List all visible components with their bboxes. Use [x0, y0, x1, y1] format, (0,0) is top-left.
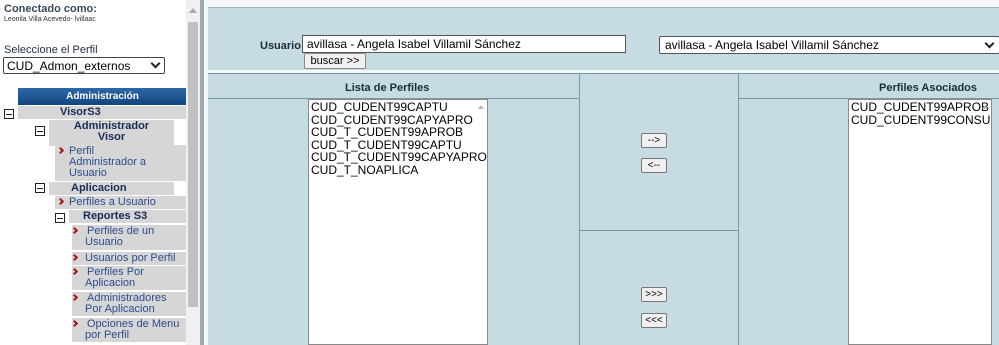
chevron-right-icon: [70, 293, 79, 302]
associated-profiles-list[interactable]: CUD_CUDENT99APROB CUD_CUDENT99CONSUL: [848, 99, 992, 345]
chevron-right-icon: [56, 146, 65, 155]
tree-leaf-label: Usuarios por Perfil: [85, 252, 176, 264]
tree-node-label: Reportes S3: [83, 210, 148, 222]
tree-leaf-administradores[interactable]: Administradores Por Aplicacion: [70, 292, 187, 316]
scroll-up-icon[interactable]: [189, 8, 197, 13]
user-select[interactable]: avillasa - Angela Isabel Villamil Sánche…: [659, 36, 999, 54]
profiles-panel: Lista de Perfiles Perfiles Asociados CUD…: [208, 73, 999, 345]
tree-leaf-perfiles-usuario[interactable]: Perfiles a Usuario: [55, 196, 187, 209]
chevron-right-icon: [70, 253, 79, 262]
tree-leaf-label: Perfiles a Usuario: [69, 196, 156, 208]
chevron-right-icon: [70, 267, 79, 276]
tree-leaf-label: Usuario: [69, 167, 107, 179]
tree-leaf-perfiles-por-aplicacion[interactable]: Perfiles Por Aplicacion: [70, 266, 187, 290]
chevron-right-icon: [56, 197, 65, 206]
admin-header: Administración: [18, 88, 187, 105]
tree-leaf-usuarios-por-perfil[interactable]: Usuarios por Perfil: [70, 252, 187, 265]
column-separator: [738, 73, 739, 345]
tree-node-aplicacion[interactable]: Aplicacion: [49, 182, 174, 195]
scroll-up-icon[interactable]: [982, 105, 988, 109]
profile-label: Seleccione el Perfil: [4, 44, 98, 56]
usuario-label: Usuario: [260, 40, 301, 52]
tree-node-label: VisorS3: [60, 106, 101, 118]
list-item[interactable]: CUD_CUDENT99APROB: [851, 101, 989, 114]
collapse-icon[interactable]: [4, 109, 14, 119]
tree-node-reportes-s3[interactable]: Reportes S3: [69, 210, 187, 223]
list-item[interactable]: CUD_CUDENT99CAPTU: [311, 101, 485, 114]
list-item[interactable]: CUD_T_NOAPLICA: [311, 163, 485, 177]
profile-select-value: CUD_Admon_externos: [7, 59, 131, 73]
collapse-icon[interactable]: [35, 126, 45, 136]
user-select-value: avillasa - Angela Isabel Villamil Sánche…: [665, 38, 879, 52]
remove-one-button[interactable]: <--: [641, 158, 667, 173]
tree-node-label: Aplicacion: [71, 182, 127, 194]
chevron-right-icon: [70, 319, 79, 328]
list-item[interactable]: CUD_CUDENT99CONSUL: [851, 113, 991, 127]
tree-leaf-opciones-de-menu[interactable]: Opciones de Menu por Perfil: [70, 318, 187, 342]
add-all-button[interactable]: >>>: [641, 287, 667, 302]
user-search-panel: Usuario buscar >> avillasa - Angela Isab…: [208, 7, 999, 70]
collapse-icon[interactable]: [35, 183, 45, 193]
column-separator: [579, 73, 580, 345]
connected-label: Conectado como:: [4, 3, 97, 15]
tree-leaf-perfiles-de-un-usuario[interactable]: Perfiles de un Usuario: [70, 225, 187, 250]
add-one-button[interactable]: -->: [641, 133, 667, 148]
tree-node-label: Visor: [97, 131, 126, 143]
profile-select[interactable]: CUD_Admon_externos: [3, 57, 165, 74]
tree-node-visors3[interactable]: VisorS3: [18, 106, 187, 119]
tree-leaf-label: Por Aplicacion: [85, 303, 155, 315]
main-pane: Usuario buscar >> avillasa - Angela Isab…: [204, 0, 999, 345]
sidebar-scrollbar[interactable]: [186, 0, 200, 345]
sidebar: Conectado como: Leonila Villa Acevedo- l…: [0, 0, 200, 345]
scroll-up-icon[interactable]: [478, 105, 484, 109]
tree-leaf-perfil-administrador[interactable]: Perfil Administrador a Usuario: [55, 145, 187, 181]
assoc-header: Perfiles Asociados: [879, 82, 978, 94]
buscar-button[interactable]: buscar >>: [304, 53, 366, 69]
scroll-thumb[interactable]: [188, 22, 198, 307]
list-item[interactable]: CUD_T_CUDENT99CAPYAPRO: [311, 151, 487, 164]
tree-leaf-label: por Perfil: [85, 329, 130, 341]
collapse-icon[interactable]: [55, 213, 65, 223]
user-search-input[interactable]: [302, 35, 626, 53]
row-separator: [208, 73, 999, 74]
tree-leaf-label: Aplicacion: [85, 277, 136, 289]
tree-leaf-label: Usuario: [85, 236, 123, 248]
list-header: Lista de Perfiles: [345, 82, 430, 94]
list-item[interactable]: CUD_T_CUDENT99APROB: [311, 126, 485, 139]
available-profiles-list[interactable]: CUD_CUDENT99CAPTU CUD_CUDENT99CAPYAPRO C…: [308, 99, 488, 345]
chevron-down-icon: [984, 38, 995, 49]
chevron-right-icon: [70, 226, 79, 235]
tree-node-administrador-visor[interactable]: Administrador Visor: [49, 120, 174, 146]
chevron-down-icon: [150, 58, 161, 69]
row-separator: [579, 230, 738, 231]
connected-user: Leonila Villa Acevedo- lvillaac: [4, 16, 96, 23]
remove-all-button[interactable]: <<<: [641, 313, 667, 328]
